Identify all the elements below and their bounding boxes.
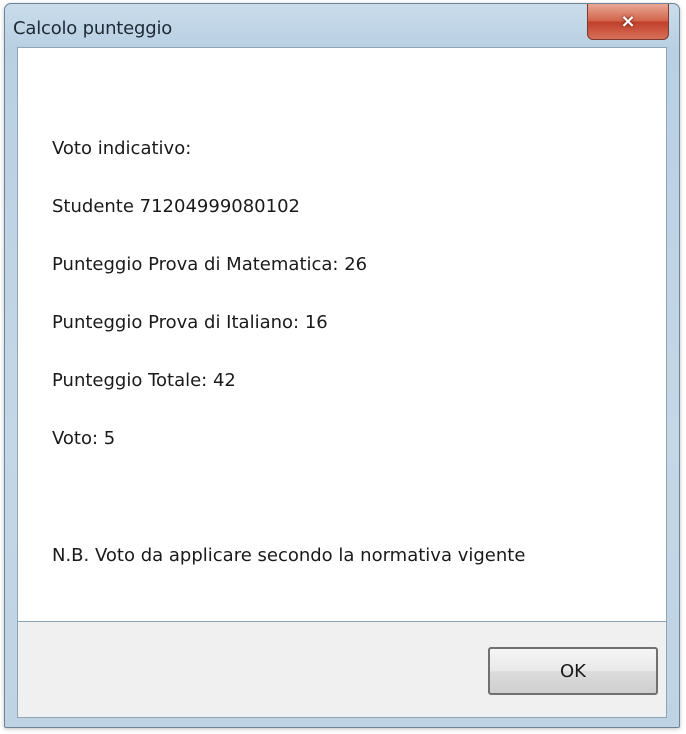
dialog-window: Calcolo punteggio × Voto indicativo: Stu… [4, 3, 680, 728]
close-button[interactable]: × [587, 4, 669, 40]
note-text: N.B. Voto da applicare secondo la normat… [52, 545, 526, 566]
ok-button[interactable]: OK [488, 647, 658, 695]
grade-text: Voto: 5 [52, 428, 116, 449]
heading-text: Voto indicativo: [52, 138, 192, 159]
title-bar[interactable]: Calcolo punteggio × [5, 4, 679, 44]
math-score-text: Punteggio Prova di Matematica: 26 [52, 254, 368, 275]
student-text: Studente 71204999080102 [52, 196, 300, 217]
close-icon: × [620, 11, 636, 32]
italian-score-text: Punteggio Prova di Italiano: 16 [52, 312, 328, 333]
window-title: Calcolo punteggio [13, 18, 173, 39]
total-score-text: Punteggio Totale: 42 [52, 370, 236, 391]
button-bar: OK [17, 622, 667, 718]
message-area: Voto indicativo: Studente 71204999080102… [17, 47, 667, 622]
